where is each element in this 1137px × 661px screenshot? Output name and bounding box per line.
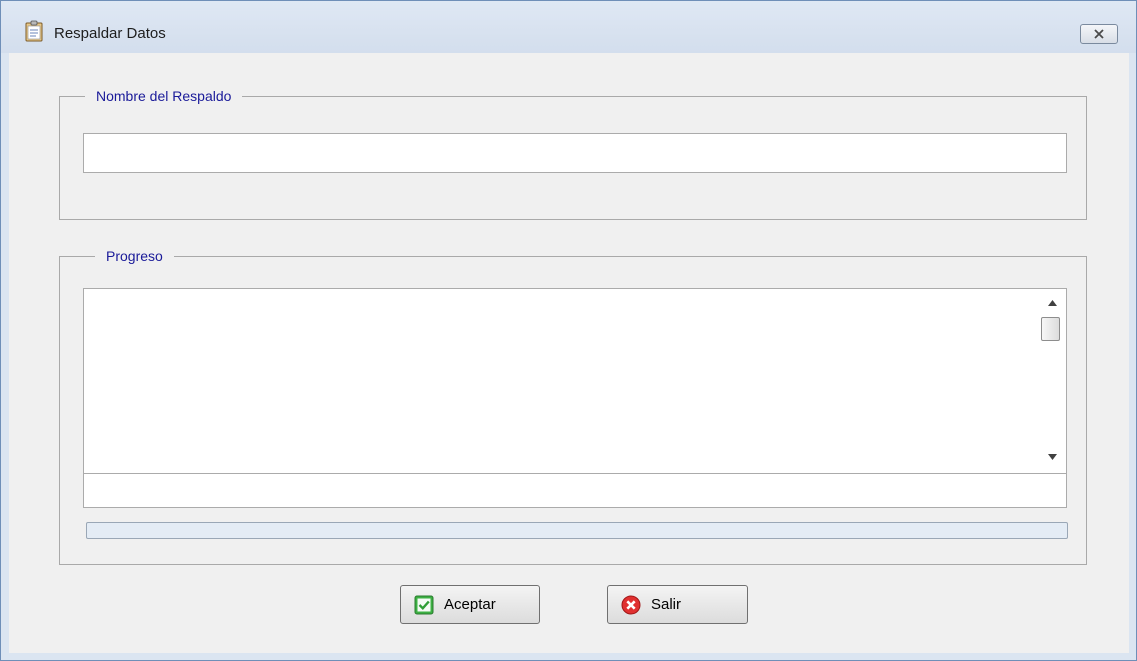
backup-name-input[interactable] [83, 133, 1067, 173]
close-button[interactable] [1080, 24, 1118, 44]
log-vertical-scrollbar[interactable] [1038, 289, 1066, 473]
check-icon [414, 595, 434, 614]
scroll-thumb[interactable] [1041, 317, 1060, 341]
exit-button[interactable]: Salir [607, 585, 748, 624]
title-bar[interactable]: Respaldar Datos [1, 1, 1136, 53]
backup-progress-bar [86, 522, 1068, 539]
window-title: Respaldar Datos [54, 25, 166, 42]
progress-group: Progreso [59, 248, 1087, 565]
scroll-up-button[interactable] [1044, 295, 1060, 311]
arrow-down-icon [1047, 454, 1057, 460]
accept-button[interactable]: Aceptar [400, 585, 540, 624]
arrow-up-icon [1047, 300, 1057, 306]
progress-log-area[interactable] [83, 288, 1067, 474]
progress-legend: Progreso [95, 248, 174, 264]
exit-button-label: Salir [651, 596, 682, 613]
dialog-body: Nombre del Respaldo Progreso Aceptar Sal… [9, 53, 1129, 653]
close-icon [1094, 29, 1104, 39]
backup-dialog: Respaldar Datos Nombre del Respaldo Prog… [0, 0, 1137, 661]
backup-name-legend: Nombre del Respaldo [85, 88, 243, 104]
scroll-down-button[interactable] [1044, 449, 1060, 465]
clipboard-icon [25, 20, 43, 42]
progress-status-field [83, 473, 1067, 508]
cancel-icon [621, 595, 641, 614]
backup-name-group: Nombre del Respaldo [59, 88, 1087, 220]
accept-button-label: Aceptar [444, 596, 496, 613]
